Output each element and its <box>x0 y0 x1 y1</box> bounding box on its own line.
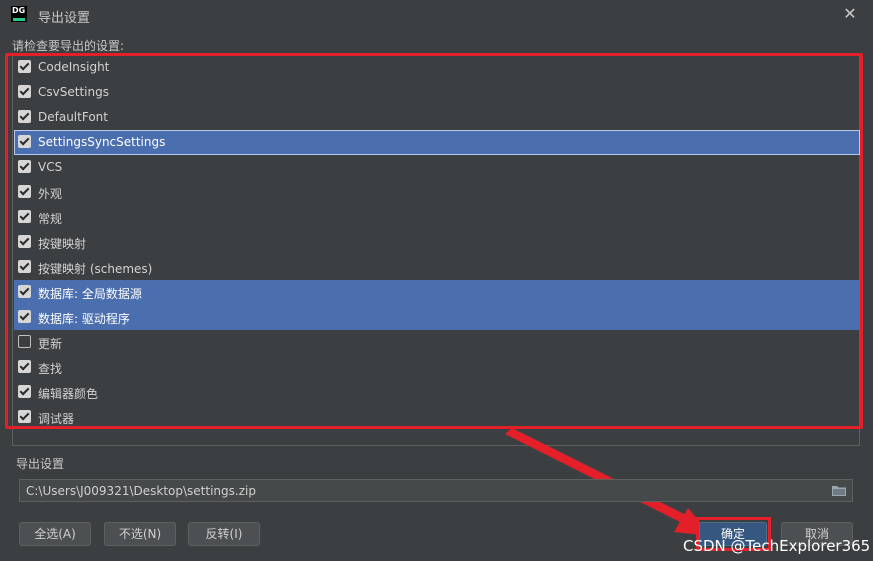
title-bar: DG 导出设置 ✕ <box>0 0 873 30</box>
settings-list-item[interactable]: 常规 <box>14 205 860 230</box>
settings-list-item[interactable]: 数据库: 全局数据源 <box>14 280 860 305</box>
checkbox[interactable] <box>18 285 31 298</box>
settings-list-item[interactable]: SettingsSyncSettings <box>14 130 860 155</box>
checkbox[interactable] <box>18 260 31 273</box>
checkbox[interactable] <box>18 160 31 173</box>
settings-item-label: 编辑器颜色 <box>38 387 99 401</box>
checkbox[interactable] <box>18 235 31 248</box>
settings-item-label: VCS <box>38 160 63 174</box>
window-title: 导出设置 <box>38 11 91 26</box>
settings-item-label: 查找 <box>38 362 63 376</box>
settings-list-item[interactable]: 调试器 <box>14 405 860 430</box>
checkbox[interactable] <box>18 135 31 148</box>
settings-list-item[interactable]: 按键映射 <box>14 230 860 255</box>
checkbox[interactable] <box>18 310 31 323</box>
checkbox[interactable] <box>18 210 31 223</box>
settings-item-label: 数据库: 驱动程序 <box>38 312 130 326</box>
settings-item-label: 常规 <box>38 212 63 226</box>
export-path-label: 导出设置 <box>16 457 65 471</box>
settings-item-label: 调试器 <box>38 412 75 426</box>
settings-item-label: 按键映射 <box>38 237 87 251</box>
settings-item-label: 外观 <box>38 187 63 201</box>
settings-list-item[interactable]: 外观 <box>14 180 860 205</box>
select-all-button[interactable]: 全选(A) <box>19 522 91 546</box>
checkbox[interactable] <box>18 360 31 373</box>
settings-list-item[interactable]: CodeInsight <box>14 55 860 80</box>
settings-list-item[interactable]: 更新 <box>14 330 860 355</box>
invert-selection-button[interactable]: 反转(I) <box>188 522 260 546</box>
checkbox[interactable] <box>18 410 31 423</box>
settings-item-label: CodeInsight <box>38 60 110 74</box>
settings-prompt: 请检查要导出的设置: <box>12 39 125 53</box>
settings-item-label: SettingsSyncSettings <box>38 135 166 149</box>
folder-icon[interactable] <box>832 485 846 496</box>
settings-item-label: 按键映射 (schemes) <box>38 262 153 276</box>
checkbox[interactable] <box>18 385 31 398</box>
settings-item-label: 数据库: 全局数据源 <box>38 287 142 301</box>
settings-list-item[interactable]: VCS <box>14 155 860 180</box>
checkbox[interactable] <box>18 60 31 73</box>
settings-list-item[interactable]: 编辑器颜色 <box>14 380 860 405</box>
export-path-value: C:\Users\J009321\Desktop\settings.zip <box>26 484 256 498</box>
app-logo-icon: DG <box>11 6 27 22</box>
settings-list-item[interactable]: 数据库: 驱动程序 <box>14 305 860 330</box>
close-icon[interactable]: ✕ <box>840 4 860 24</box>
settings-list-item[interactable]: 按键映射 (schemes) <box>14 255 860 280</box>
settings-item-label: 更新 <box>38 337 63 351</box>
checkbox[interactable] <box>18 185 31 198</box>
export-path-field[interactable]: C:\Users\J009321\Desktop\settings.zip <box>19 479 853 502</box>
select-none-button[interactable]: 不选(N) <box>104 522 176 546</box>
settings-item-label: DefaultFont <box>38 110 108 124</box>
settings-item-label: CsvSettings <box>38 85 109 99</box>
checkbox[interactable] <box>18 110 31 123</box>
checkbox[interactable] <box>18 85 31 98</box>
settings-list[interactable]: CodeInsight CsvSettings DefaultFont Setting… <box>12 54 860 446</box>
watermark: CSDN @TechExplorer365 <box>683 537 871 555</box>
settings-list-item[interactable]: 查找 <box>14 355 860 380</box>
settings-list-item[interactable]: CsvSettings <box>14 80 860 105</box>
settings-list-item[interactable]: DefaultFont <box>14 105 860 130</box>
checkbox[interactable] <box>18 335 31 348</box>
